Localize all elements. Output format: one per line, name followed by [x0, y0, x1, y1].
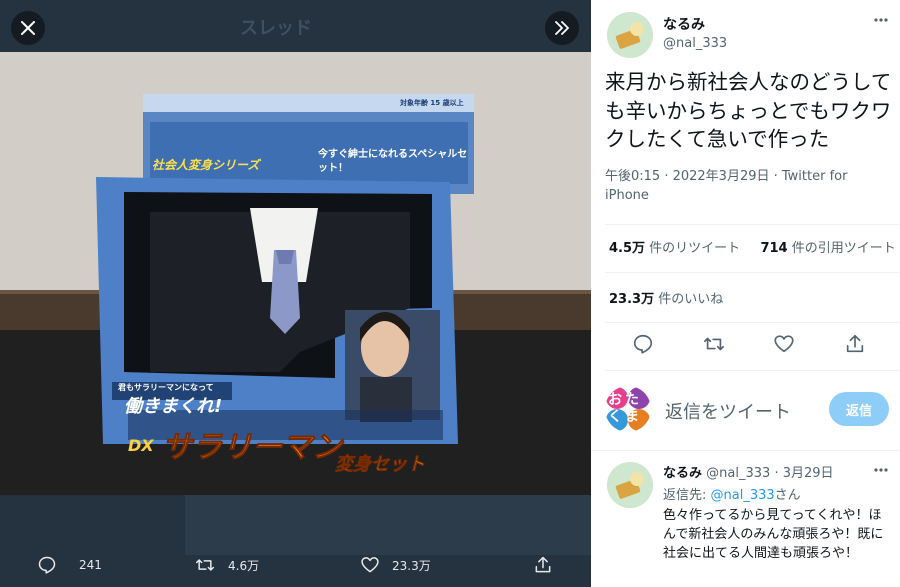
current-user-avatar-text: おたくま — [608, 392, 642, 425]
like-stat-count: 23.3万 — [609, 292, 655, 307]
like-button[interactable] — [773, 333, 795, 355]
background-header-title: スレッド — [240, 18, 312, 39]
tweet-text: 来月から新社会人なのどうしても辛いからちょっとでもワクワクしたくて急いで作った — [605, 70, 892, 151]
retweet-stat-label: 件のリツイート — [645, 241, 741, 256]
reply-icon — [633, 334, 653, 354]
reply-icon — [38, 556, 56, 574]
quote-stat-count: 714 — [760, 241, 788, 256]
box-title-main: サラリーマン — [162, 430, 343, 466]
reply-date[interactable]: · 3月29日 — [774, 466, 833, 481]
author-avatar[interactable] — [607, 12, 653, 58]
reply-input[interactable]: 返信をツイート — [665, 398, 791, 424]
reply-author-handle[interactable]: @nal_333 — [706, 466, 770, 481]
quote-stat-label: 件の引用ツイート — [787, 241, 896, 256]
tweet-action-bar — [591, 330, 900, 360]
reply-text: 色々作ってるから見てってくれや！ほんで新社会人のみんな頑張ろや！既に社会に出てる… — [663, 508, 884, 561]
media-viewer: スレッド 対象年齢 15 歳以上 社会人変身シリーズ 今すぐ紳士になれるスペシャ… — [0, 0, 591, 587]
more-options-button[interactable] — [873, 12, 889, 32]
heart-icon — [774, 335, 794, 353]
retweet-button[interactable] — [702, 333, 726, 355]
background-card — [185, 495, 591, 555]
close-button[interactable] — [11, 11, 45, 45]
media-reply-count: 241 — [79, 558, 102, 572]
replying-to-mention[interactable]: @nal_333 — [711, 488, 775, 503]
tweet-detail-panel: なるみ @nal_333 来月から新社会人なのどうしても辛いからちょっとでもワク… — [591, 0, 900, 587]
replying-to: 返信先: @nal_333さん — [663, 484, 801, 503]
reply-author-avatar[interactable] — [607, 462, 653, 508]
divider — [591, 450, 900, 451]
retweet-stat-count: 4.5万 — [609, 241, 646, 256]
author-handle[interactable]: @nal_333 — [663, 36, 727, 51]
media-share-button[interactable] — [533, 555, 553, 575]
quote-stat[interactable]: 714 件の引用ツイート — [760, 241, 895, 256]
share-icon — [535, 556, 551, 573]
share-stats: 4.5万 件のリツイート 714 件の引用ツイート — [609, 237, 900, 257]
box-series-label: 社会人変身シリーズ — [152, 158, 260, 172]
current-user-avatar[interactable]: おたくま — [605, 386, 651, 432]
more-icon — [874, 18, 888, 22]
media-retweet-button[interactable]: 4.6万 — [194, 555, 259, 575]
media-reply-button[interactable]: 241 — [37, 555, 102, 575]
box-title-dx: DX — [128, 436, 154, 455]
retweet-icon — [195, 559, 215, 571]
divider — [605, 272, 900, 273]
reply-button[interactable] — [632, 333, 654, 355]
background-header: スレッド — [0, 0, 591, 52]
replying-to-label: 返信先: — [663, 488, 711, 503]
expand-panel-button[interactable] — [545, 11, 579, 45]
retweet-icon — [704, 337, 724, 351]
reply-header: なるみ @nal_333 · 3月29日 — [663, 462, 834, 481]
share-button[interactable] — [844, 333, 866, 355]
divider — [605, 224, 900, 225]
share-icon — [846, 334, 864, 353]
tweet-timestamp[interactable]: 午後0:15 · 2022年3月29日 · Twitter for iPhone — [605, 167, 865, 205]
media-like-count: 23.3万 — [392, 558, 431, 573]
more-icon — [874, 468, 888, 472]
like-stat[interactable]: 23.3万 件のいいね — [609, 288, 723, 307]
author-name[interactable]: なるみ — [663, 14, 705, 34]
reply-more-options-button[interactable] — [873, 462, 889, 482]
reply-composer: おたくま 返信をツイート 返信 — [605, 386, 895, 434]
box-tagline: 今すぐ紳士になれるスペシャルセット！ — [318, 149, 468, 174]
media-like-button[interactable]: 23.3万 — [360, 555, 431, 575]
media-action-bar: 241 4.6万 23.3万 — [0, 548, 591, 586]
divider — [605, 370, 900, 371]
close-icon — [21, 21, 35, 35]
reply-submit-button[interactable]: 返信 — [829, 392, 889, 426]
retweet-stat[interactable]: 4.5万 件のリツイート — [609, 241, 740, 256]
box-title-sub: 変身セット — [335, 454, 426, 476]
box-catch: 働きまくれ! — [124, 396, 223, 417]
box-age-label: 対象年齢 15 歳以上 — [400, 99, 464, 107]
tweet-photo[interactable]: 対象年齢 15 歳以上 社会人変身シリーズ 今すぐ紳士になれるスペシャルセット！… — [0, 52, 591, 495]
media-retweet-count: 4.6万 — [228, 558, 260, 573]
heart-icon — [361, 557, 379, 573]
replying-to-suffix: さん — [774, 488, 801, 503]
like-stat-label: 件のいいね — [654, 292, 724, 307]
reply-author-name[interactable]: なるみ — [663, 466, 702, 481]
divider — [605, 322, 900, 323]
reply-tweet[interactable]: なるみ @nal_333 · 3月29日 返信先: @nal_333さん 色々作… — [591, 452, 900, 587]
chevrons-right-icon — [555, 21, 569, 35]
